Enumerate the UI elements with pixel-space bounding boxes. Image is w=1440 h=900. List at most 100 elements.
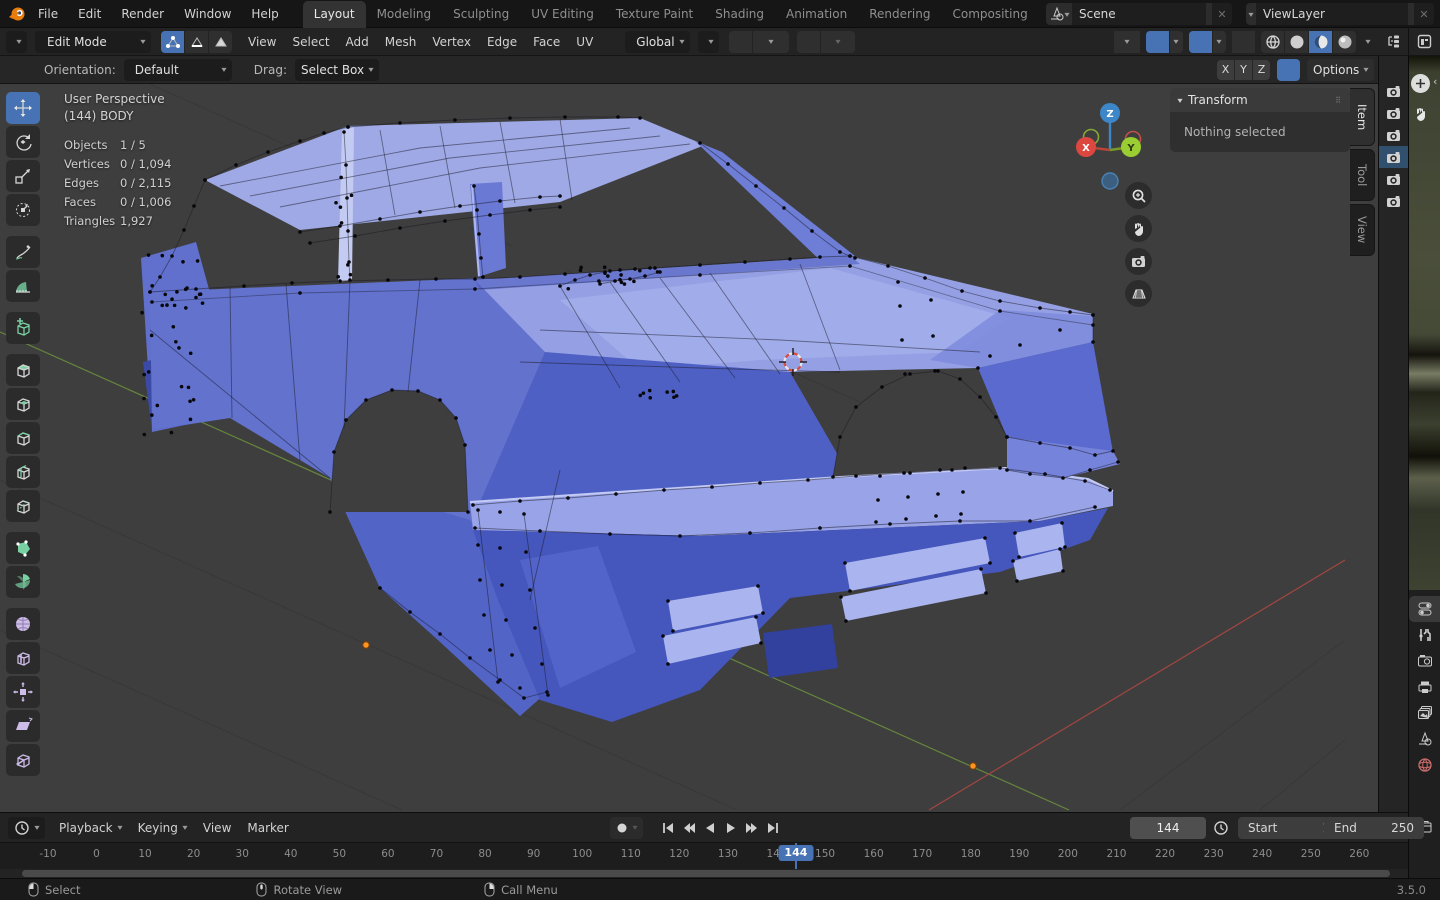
zoom-button[interactable]: [1411, 74, 1430, 93]
mode-dropdown[interactable]: Edit Mode ▾: [35, 30, 152, 53]
menu-item[interactable]: Render: [111, 0, 174, 28]
timeline-scrollbar[interactable]: [22, 870, 1390, 877]
workspace-tab[interactable]: UV Editing: [520, 1, 605, 28]
render-visibility-toggle[interactable]: [1379, 102, 1408, 124]
outliner-strip[interactable]: [1378, 56, 1408, 812]
properties-tab-scene[interactable]: [1409, 726, 1440, 752]
zoom-button[interactable]: [1125, 182, 1152, 209]
menu-item[interactable]: UV: [568, 28, 601, 56]
tool-edge-slide[interactable]: [6, 642, 40, 674]
end-frame-field[interactable]: End 250: [1324, 816, 1424, 839]
properties-tab-view-layer[interactable]: [1409, 700, 1440, 726]
menu-item[interactable]: View: [240, 28, 284, 56]
tool-poly-build[interactable]: [6, 532, 40, 564]
tool-rotate[interactable]: [6, 126, 40, 158]
menu-item[interactable]: Add: [338, 28, 377, 56]
shading-mode-button[interactable]: [1309, 30, 1332, 53]
workspace-tab[interactable]: Sculpting: [442, 1, 520, 28]
xray-toggle[interactable]: [1232, 30, 1255, 53]
render-visibility-toggle[interactable]: [1379, 146, 1408, 168]
orientation-value-dropdown[interactable]: Default ▾: [123, 58, 232, 81]
prev-keyframe-button[interactable]: [679, 818, 698, 838]
properties-tab-tool[interactable]: [1409, 622, 1440, 648]
hand-icon[interactable]: [1413, 106, 1429, 122]
next-keyframe-button[interactable]: [742, 818, 761, 838]
axis-neg-z[interactable]: [1101, 172, 1119, 190]
workspace-tab[interactable]: Rendering: [858, 1, 941, 28]
workspace-tab[interactable]: Modeling: [366, 1, 443, 28]
mirror-axis-button[interactable]: Z: [1253, 59, 1270, 80]
menu-item[interactable]: File: [28, 0, 68, 28]
remove-viewlayer-icon[interactable]: ✕: [1414, 8, 1434, 21]
options-dropdown[interactable]: Options ▾: [1307, 58, 1375, 81]
editor-type-button[interactable]: ▾: [6, 30, 28, 53]
viewlayer-name[interactable]: ViewLayer: [1256, 7, 1408, 21]
navigation-gizmo[interactable]: Z X Y: [1072, 94, 1152, 190]
pivot-point-dropdown[interactable]: ▾: [697, 30, 719, 53]
current-frame-badge[interactable]: 144: [778, 845, 814, 861]
menu-item[interactable]: Edge: [479, 28, 525, 56]
show-overlays-toggle[interactable]: [1189, 30, 1212, 53]
menu-item[interactable]: Keying ▾: [130, 814, 195, 842]
workspace-tab[interactable]: Layout: [302, 0, 366, 28]
unlink-scene-icon[interactable]: ✕: [1212, 8, 1232, 21]
menu-item[interactable]: Window: [174, 0, 241, 28]
proportional-edit-toggle[interactable]: [796, 30, 820, 53]
jump-end-button[interactable]: [763, 818, 782, 838]
reference-image-viewport[interactable]: ‹: [1408, 56, 1440, 590]
preview-range-clock-icon[interactable]: [1213, 820, 1229, 836]
shading-mode-button[interactable]: [1261, 30, 1284, 53]
jump-start-button[interactable]: [658, 818, 677, 838]
snap-toggle[interactable]: [728, 30, 752, 53]
menu-item[interactable]: Vertex: [424, 28, 479, 56]
menu-item[interactable]: Select: [285, 28, 338, 56]
tool-loop-cut[interactable]: [6, 456, 40, 488]
menu-item[interactable]: Marker: [239, 814, 296, 842]
current-frame-field[interactable]: 144: [1130, 816, 1206, 839]
properties-tab-world[interactable]: [1409, 752, 1440, 778]
camera-view-button[interactable]: [1125, 248, 1152, 275]
menu-item[interactable]: Playback ▾: [51, 814, 130, 842]
auto-keying-button[interactable]: ▾: [610, 816, 644, 839]
gizmo-dropdown[interactable]: ▾: [1170, 30, 1183, 53]
visibility-dropdown[interactable]: ▾: [1114, 30, 1140, 53]
tool-bevel[interactable]: [6, 422, 40, 454]
snap-to-symmetry-toggle[interactable]: [1277, 58, 1300, 81]
3d-viewport[interactable]: User Perspective (144) BODY Objects 1 / 5…: [0, 84, 1378, 812]
overlays-dropdown[interactable]: ▾: [1213, 30, 1226, 53]
snap-with-dropdown[interactable]: ▾: [752, 30, 789, 53]
shading-dropdown[interactable]: ▾: [1362, 31, 1375, 53]
outliner-header[interactable]: [1378, 28, 1408, 56]
tool-move[interactable]: [6, 92, 40, 124]
scene-selector[interactable]: ▾ Scene ✕: [1046, 3, 1232, 25]
sidebar-tab[interactable]: View: [1350, 204, 1375, 256]
mesh-scene[interactable]: [0, 84, 1378, 812]
pan-button[interactable]: [1125, 215, 1152, 242]
orientation-dropdown[interactable]: Global ▾: [625, 30, 690, 53]
play-button[interactable]: [721, 818, 740, 838]
workspace-tab[interactable]: Compositing: [941, 1, 1038, 28]
render-visibility-toggle[interactable]: [1379, 124, 1408, 146]
properties-tab-properties[interactable]: [1409, 596, 1440, 622]
shading-mode-button[interactable]: [1333, 30, 1356, 53]
collapse-arrow-icon[interactable]: ‹: [1433, 75, 1437, 88]
render-visibility-toggle[interactable]: [1379, 80, 1408, 102]
falloff-dropdown[interactable]: ▾: [820, 30, 855, 53]
tool-extrude-region[interactable]: [6, 354, 40, 386]
workspace-tab[interactable]: Texture Paint: [605, 1, 704, 28]
tool-shrink-fatten[interactable]: [6, 676, 40, 708]
sidebar-tab[interactable]: Item: [1350, 88, 1375, 146]
timeline-ruler[interactable]: -10 0 10 20 30 40 50 60 70 80 90 100 110 120 130 140 150…: [0, 842, 1408, 869]
orthographic-toggle-button[interactable]: [1125, 280, 1152, 307]
tool-rip-region[interactable]: [6, 744, 40, 776]
mirror-axis-button[interactable]: Y: [1235, 59, 1252, 80]
workspace-tab[interactable]: Animation: [775, 1, 858, 28]
tool-add-cube[interactable]: [6, 312, 40, 344]
panel-grip-icon[interactable]: ⠿: [1335, 96, 1342, 105]
select-mode-button[interactable]: [185, 30, 209, 53]
tool-shear[interactable]: [6, 710, 40, 742]
tool-smooth[interactable]: [6, 608, 40, 640]
tool-measure[interactable]: [6, 270, 40, 302]
tool-scale[interactable]: [6, 160, 40, 192]
select-mode-button[interactable]: [161, 30, 185, 53]
